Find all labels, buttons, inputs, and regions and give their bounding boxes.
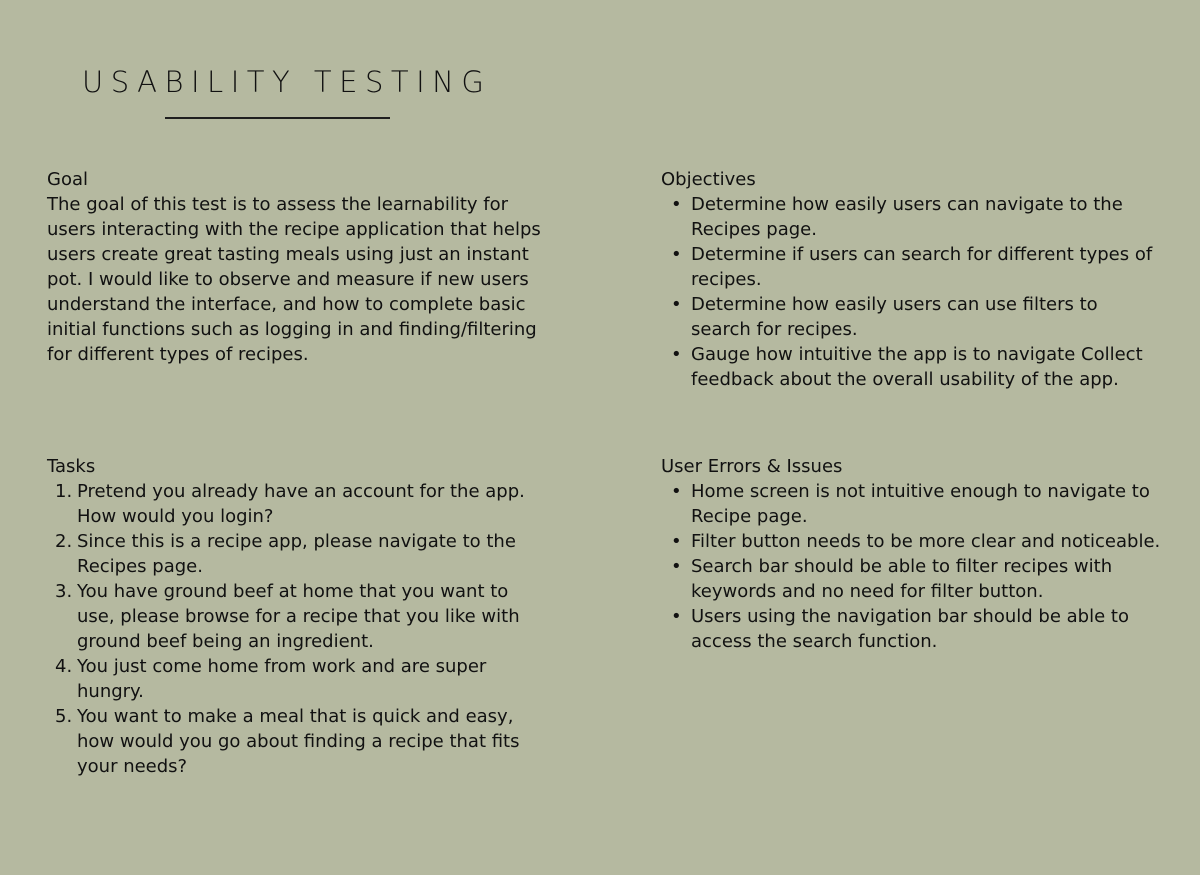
tasks-list: 1. Pretend you already have an account fo…	[47, 479, 547, 779]
list-item: 4. You just come home from work and are s…	[47, 654, 547, 704]
list-item: • Filter button needs to be more clear an…	[661, 529, 1166, 554]
objectives-section: Objectives • Determine how easily users c…	[661, 167, 1161, 392]
bullet-icon: •	[671, 606, 682, 627]
objectives-list: • Determine how easily users can navigate…	[661, 192, 1161, 392]
list-item: • Users using the navigation bar should b…	[661, 604, 1166, 654]
list-item: 1. Pretend you already have an account fo…	[47, 479, 547, 529]
list-item: • Home screen is not intuitive enough to …	[661, 479, 1166, 529]
task-number: 3.	[55, 581, 73, 602]
objective-text: Determine how easily users can use filte…	[691, 294, 1098, 340]
task-text: You want to make a meal that is quick an…	[77, 706, 520, 777]
page-title: USABILITY TESTING	[82, 65, 492, 99]
bullet-icon: •	[671, 244, 682, 265]
user-errors-list: • Home screen is not intuitive enough to …	[661, 479, 1166, 654]
error-text: Filter button needs to be more clear and…	[691, 531, 1161, 552]
bullet-icon: •	[671, 481, 682, 502]
title-divider	[165, 117, 390, 119]
bullet-icon: •	[671, 194, 682, 215]
bullet-icon: •	[671, 531, 682, 552]
error-text: Home screen is not intuitive enough to n…	[691, 481, 1150, 527]
list-item: 5. You want to make a meal that is quick …	[47, 704, 547, 779]
goal-section: Goal The goal of this test is to assess …	[47, 167, 552, 367]
tasks-section: Tasks 1. Pretend you already have an acco…	[47, 454, 547, 779]
list-item: • Gauge how intuitive the app is to navig…	[661, 342, 1161, 392]
list-item: • Determine if users can search for diffe…	[661, 242, 1161, 292]
task-text: Since this is a recipe app, please navig…	[77, 531, 516, 577]
task-number: 1.	[55, 481, 73, 502]
error-text: Users using the navigation bar should be…	[691, 606, 1129, 652]
list-item: • Search bar should be able to filter rec…	[661, 554, 1166, 604]
objective-text: Gauge how intuitive the app is to naviga…	[691, 344, 1143, 390]
bullet-icon: •	[671, 294, 682, 315]
user-errors-heading: User Errors & Issues	[661, 456, 843, 477]
list-item: 3. You have ground beef at home that you …	[47, 579, 547, 654]
list-item: 2. Since this is a recipe app, please nav…	[47, 529, 547, 579]
task-number: 5.	[55, 706, 73, 727]
objective-text: Determine if users can search for differ…	[691, 244, 1153, 290]
user-errors-section: User Errors & Issues • Home screen is not…	[661, 454, 1166, 654]
task-text: You have ground beef at home that you wa…	[77, 581, 520, 652]
task-number: 4.	[55, 656, 73, 677]
list-item: • Determine how easily users can use filt…	[661, 292, 1161, 342]
bullet-icon: •	[671, 344, 682, 365]
error-text: Search bar should be able to filter reci…	[691, 556, 1113, 602]
goal-heading: Goal	[47, 169, 88, 190]
tasks-heading: Tasks	[47, 456, 96, 477]
task-text: You just come home from work and are sup…	[77, 656, 487, 702]
goal-text: The goal of this test is to assess the l…	[47, 194, 541, 365]
objective-text: Determine how easily users can navigate …	[691, 194, 1123, 240]
objectives-heading: Objectives	[661, 169, 756, 190]
bullet-icon: •	[671, 556, 682, 577]
task-number: 2.	[55, 531, 73, 552]
list-item: • Determine how easily users can navigate…	[661, 192, 1161, 242]
task-text: Pretend you already have an account for …	[77, 481, 525, 527]
